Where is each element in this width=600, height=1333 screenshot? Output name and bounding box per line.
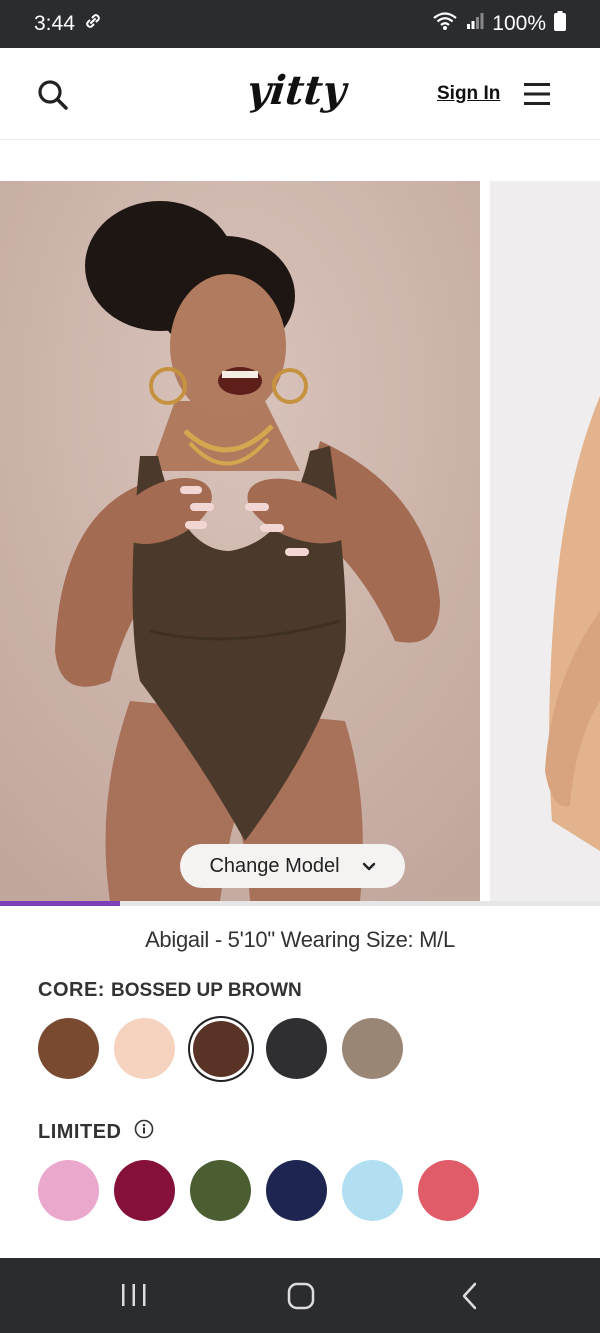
sign-in-link[interactable]: Sign In [437, 83, 500, 105]
chevron-down-icon [362, 855, 376, 878]
core-swatch-list [38, 1018, 403, 1079]
recent-apps-icon[interactable] [118, 1282, 150, 1310]
info-icon[interactable] [134, 1119, 154, 1145]
link-icon [83, 11, 103, 37]
product-gallery[interactable]: Change Model [0, 181, 600, 901]
core-label: CORE: [38, 979, 105, 1001]
signal-icon [466, 12, 484, 36]
limited-label: LIMITED [38, 1121, 122, 1143]
limited-color-swatch[interactable] [342, 1160, 403, 1221]
limited-color-swatch[interactable] [190, 1160, 251, 1221]
core-color-swatch[interactable] [342, 1018, 403, 1079]
battery-level: 100% [492, 12, 546, 35]
status-bar: 3:44 100% [0, 0, 600, 48]
home-icon[interactable] [285, 1282, 317, 1310]
gallery-progress-bar [0, 901, 600, 906]
change-model-label: Change Model [209, 854, 340, 877]
limited-colors-heading: LIMITED [38, 1119, 154, 1145]
model-info-caption: Abigail - 5'10" Wearing Size: M/L [145, 927, 455, 952]
selected-color-name: BOSSED UP BROWN [111, 980, 302, 1001]
product-photo-next[interactable] [490, 181, 600, 901]
search-icon[interactable] [36, 78, 70, 112]
back-icon[interactable] [455, 1282, 487, 1310]
core-color-swatch[interactable] [114, 1018, 175, 1079]
core-color-swatch[interactable] [266, 1018, 327, 1079]
wifi-icon [432, 11, 458, 37]
limited-color-swatch[interactable] [266, 1160, 327, 1221]
battery-icon [554, 11, 566, 37]
core-color-swatch[interactable] [192, 1020, 249, 1077]
core-color-swatch[interactable] [38, 1018, 99, 1079]
limited-swatch-list [38, 1160, 479, 1221]
limited-color-swatch[interactable] [114, 1160, 175, 1221]
status-time: 3:44 [34, 12, 75, 35]
gallery-progress-fill [0, 901, 120, 906]
limited-color-swatch[interactable] [38, 1160, 99, 1221]
svg-text:yitty: yitty [250, 67, 350, 114]
product-photo-model[interactable] [0, 181, 480, 901]
limited-color-swatch[interactable] [418, 1160, 479, 1221]
yitty-logo[interactable]: yitty [244, 58, 351, 134]
site-header: yitty Sign In [0, 48, 600, 140]
core-colors-heading: CORE: BOSSED UP BROWN [38, 979, 302, 1002]
hamburger-menu-icon[interactable] [524, 81, 550, 107]
change-model-button[interactable]: Change Model [180, 844, 405, 888]
system-nav-bar [0, 1258, 600, 1333]
